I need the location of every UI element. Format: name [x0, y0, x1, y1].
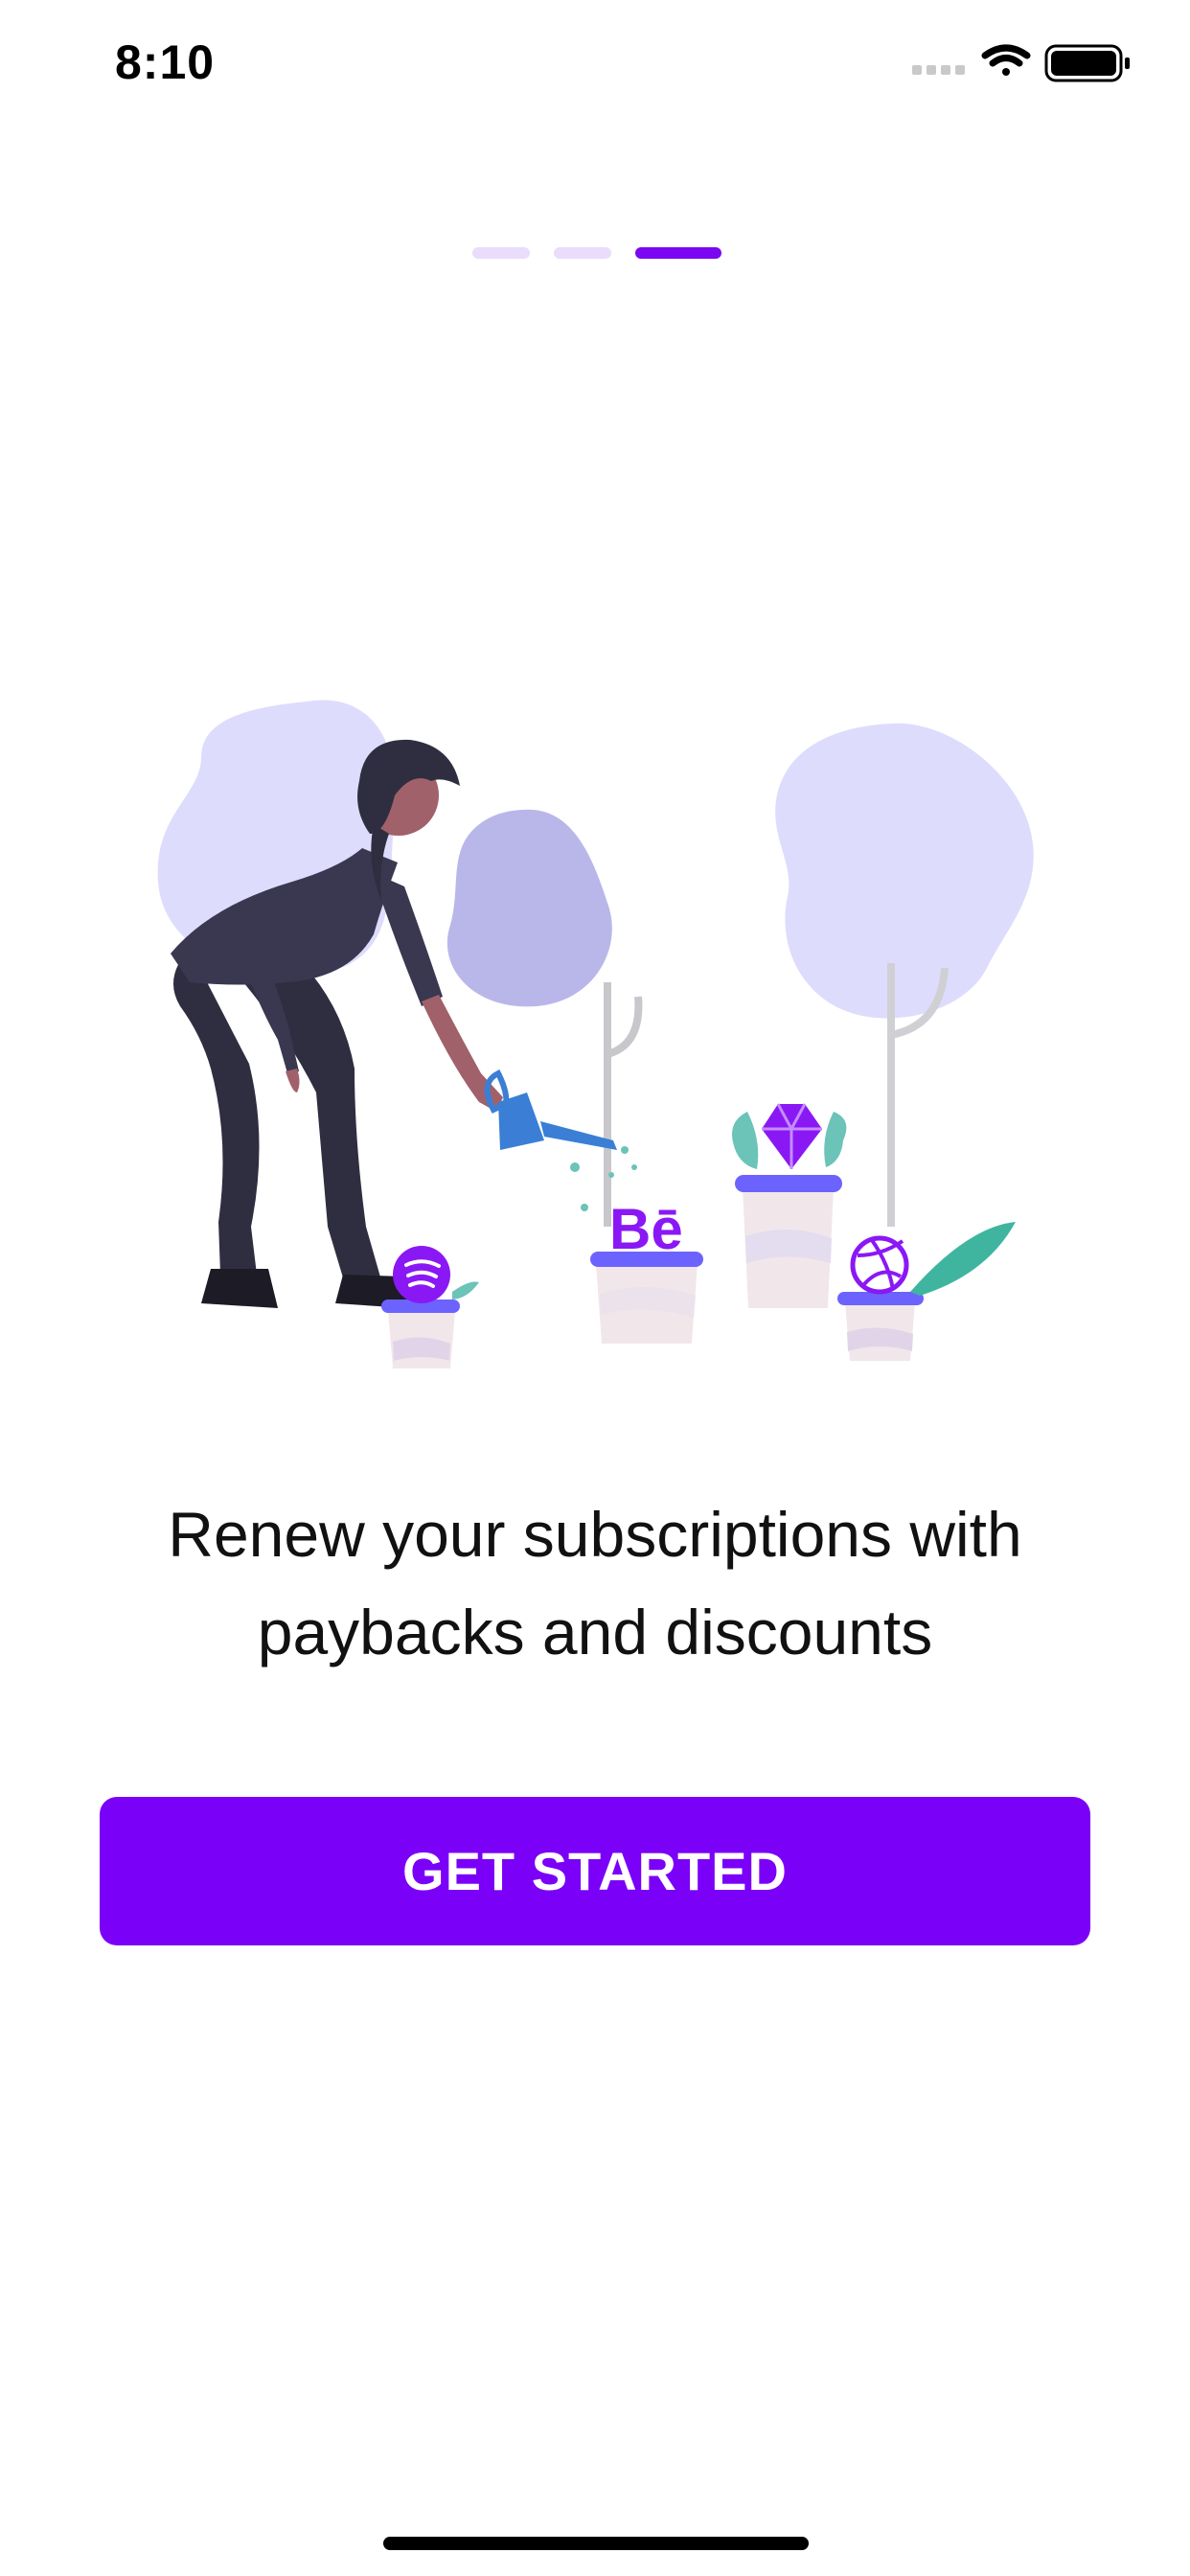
woman-watering-plants-illustration: Bē [144, 690, 1054, 1380]
page-dot-1 [472, 247, 530, 259]
spotify-pot [381, 1246, 479, 1368]
watering-can [484, 1069, 637, 1211]
dribbble-icon [850, 1235, 909, 1295]
page-indicator [0, 247, 1190, 261]
get-started-button[interactable]: GET STARTED [100, 1797, 1090, 1945]
battery-icon [1044, 44, 1130, 82]
tree-middle [446, 809, 643, 1227]
headline-line-1: Renew your subscriptions with [168, 1499, 1022, 1570]
tree-right [775, 723, 1034, 1227]
onboarding-headline: Renew your subscriptions with paybacks a… [57, 1485, 1133, 1681]
wifi-icon [981, 44, 1031, 76]
sketch-gem-pot [732, 1103, 847, 1308]
dribbble-pot [837, 1222, 1016, 1361]
headline-line-2: paybacks and discounts [257, 1597, 933, 1668]
behance-icon: Bē [609, 1197, 683, 1261]
cellular-signal-icon [912, 65, 965, 75]
status-bar: 8:10 [0, 0, 1190, 134]
sketch-gem-icon [762, 1103, 822, 1169]
page-dot-2 [554, 247, 611, 259]
status-time: 8:10 [115, 35, 216, 89]
home-indicator[interactable] [383, 2537, 809, 2550]
status-icons [912, 42, 1133, 84]
page-dot-3-active [635, 247, 721, 259]
spotify-icon [393, 1246, 450, 1303]
